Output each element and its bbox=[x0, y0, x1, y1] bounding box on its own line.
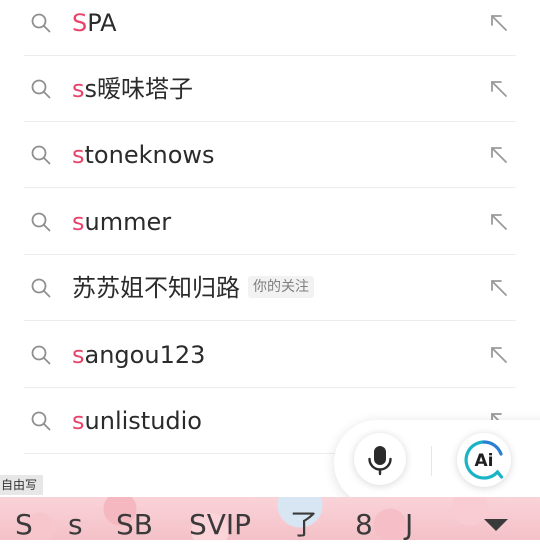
suggestion-text: SPA bbox=[72, 9, 117, 37]
suggestion-text: sangou123 bbox=[72, 341, 206, 369]
search-icon bbox=[31, 278, 51, 298]
fill-query-arrow-icon[interactable] bbox=[488, 344, 510, 366]
suggestion-text: 苏苏姐不知归路 你的关注 bbox=[72, 255, 314, 321]
suggestion-row[interactable]: SPA bbox=[24, 0, 516, 56]
following-badge: 你的关注 bbox=[248, 276, 314, 298]
divider bbox=[431, 446, 432, 476]
suggestion-row[interactable]: ss暧味塔子 bbox=[24, 56, 516, 122]
free-write-mode-label[interactable]: 自由写 bbox=[0, 475, 44, 495]
suggestion-row[interactable]: stoneknows bbox=[24, 122, 516, 188]
candidate-word[interactable]: 8 bbox=[355, 497, 373, 541]
suggestion-row[interactable]: summer bbox=[24, 189, 516, 255]
ai-assistant-icon: Ai bbox=[464, 440, 504, 480]
search-icon bbox=[31, 212, 51, 232]
suggestion-text: sunlistudio bbox=[72, 407, 202, 435]
fill-query-arrow-icon[interactable] bbox=[488, 277, 510, 299]
suggestion-text: stoneknows bbox=[72, 141, 215, 169]
keyboard-candidate-bar: S s SB SVIP 了 8 J bbox=[0, 497, 540, 541]
candidate-word[interactable]: s bbox=[68, 497, 83, 541]
suggestion-row[interactable]: sangou123 bbox=[24, 322, 516, 388]
microphone-icon bbox=[368, 446, 392, 476]
fill-query-arrow-icon[interactable] bbox=[488, 144, 510, 166]
candidate-word[interactable]: SVIP bbox=[189, 497, 251, 541]
suggestion-text: summer bbox=[72, 208, 172, 236]
search-icon bbox=[31, 79, 51, 99]
ai-text: Ai bbox=[475, 451, 494, 471]
search-icon bbox=[31, 345, 51, 365]
suggestion-text: ss暧味塔子 bbox=[72, 75, 194, 103]
fill-query-arrow-icon[interactable] bbox=[488, 211, 510, 233]
search-icon bbox=[31, 411, 51, 431]
suggestion-row[interactable]: 苏苏姐不知归路 你的关注 bbox=[24, 255, 516, 321]
candidate-word[interactable]: 了 bbox=[290, 497, 318, 541]
fill-query-arrow-icon[interactable] bbox=[488, 12, 510, 34]
search-icon bbox=[31, 145, 51, 165]
search-icon bbox=[31, 13, 51, 33]
candidate-word[interactable]: S bbox=[15, 497, 33, 541]
chevron-down-icon[interactable] bbox=[480, 515, 512, 535]
candidate-word[interactable]: SB bbox=[116, 497, 153, 541]
voice-input-button[interactable] bbox=[354, 433, 406, 485]
ai-assistant-button[interactable]: Ai bbox=[457, 433, 511, 487]
fill-query-arrow-icon[interactable] bbox=[488, 78, 510, 100]
candidate-word[interactable]: J bbox=[405, 497, 413, 541]
